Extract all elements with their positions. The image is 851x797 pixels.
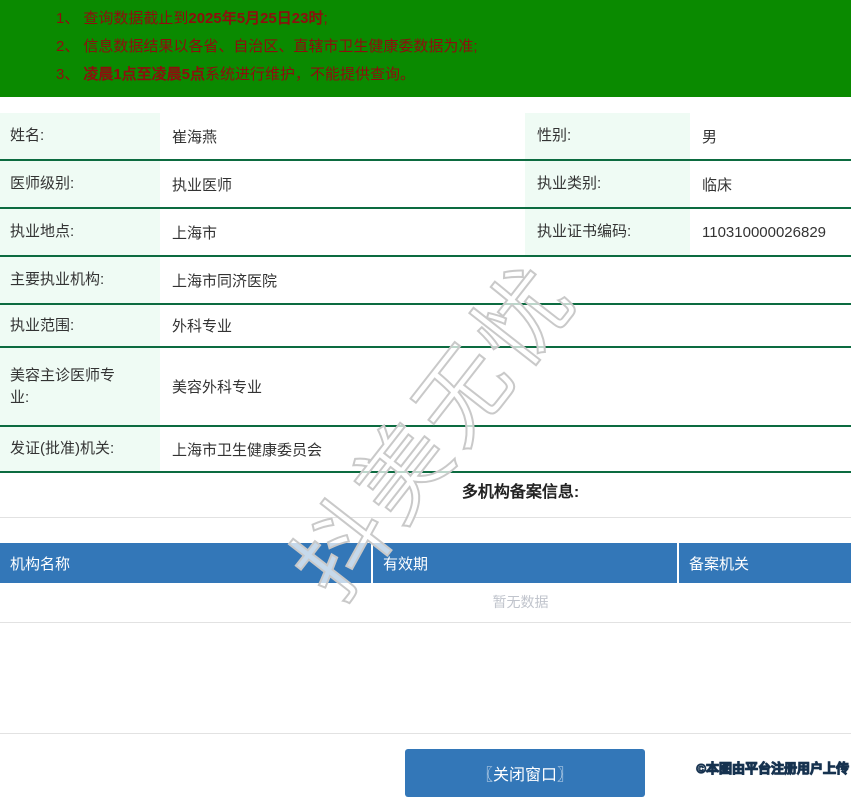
info-row-main-institution: 主要执业机构: 上海市同济医院 bbox=[0, 257, 851, 305]
notice-text: 查询数据截止到2025年5月25日23时; bbox=[83, 10, 328, 27]
notice-number: 3、 bbox=[56, 66, 80, 83]
close-window-button[interactable]: 〖关闭窗口〗 bbox=[405, 749, 645, 797]
notice-item: 3、 凌晨1点至凌晨5点系统进行维护，不能提供查询。 bbox=[0, 61, 851, 89]
info-value: 男 bbox=[702, 128, 718, 146]
notice-text: 凌晨1点至凌晨5点系统进行维护，不能提供查询。 bbox=[83, 66, 416, 83]
info-row-practice-scope: 执业范围: 外科专业 bbox=[0, 305, 851, 348]
info-value: 临床 bbox=[702, 176, 733, 194]
info-value: 执业医师 bbox=[172, 176, 233, 194]
info-label: 执业类别: bbox=[525, 161, 690, 207]
notice-number: 1、 bbox=[56, 10, 80, 27]
info-value: 崔海燕 bbox=[172, 128, 218, 146]
info-label: 姓名: bbox=[0, 113, 160, 159]
notice-item: 1、 查询数据截止到2025年5月25日23时; bbox=[0, 5, 851, 33]
info-value: 上海市卫生健康委员会 bbox=[172, 441, 323, 459]
info-row-name-gender: 姓名: 崔海燕 性别: 男 bbox=[0, 113, 851, 161]
upload-attribution-watermark: ©本图由平台注册用户上传 bbox=[696, 761, 850, 777]
info-row-issuing-authority: 发证(批准)机关: 上海市卫生健康委员会 bbox=[0, 427, 851, 473]
info-label: 美容主诊医师专业: bbox=[0, 348, 160, 425]
column-header-institution-name: 机构名称 bbox=[10, 555, 71, 573]
notice-number: 2、 bbox=[56, 38, 80, 55]
info-value: 上海市同济医院 bbox=[172, 272, 278, 290]
info-value: 上海市 bbox=[172, 224, 218, 242]
empty-data-message: 暂无数据 bbox=[492, 594, 549, 610]
info-label: 执业证书编码: bbox=[525, 209, 690, 255]
blank-area bbox=[0, 623, 851, 733]
info-row-level-category: 医师级别: 执业医师 执业类别: 临床 bbox=[0, 161, 851, 209]
info-row-cosmetic-specialty: 美容主诊医师专业: 美容外科专业 bbox=[0, 348, 851, 427]
info-row-location-certno: 执业地点: 上海市 执业证书编码: 110310000026829 bbox=[0, 209, 851, 257]
multi-org-table-header: 机构名称 有效期 备案机关 bbox=[0, 543, 851, 583]
info-label: 医师级别: bbox=[0, 161, 160, 207]
info-label: 主要执业机构: bbox=[0, 257, 160, 303]
info-value: 110310000026829 bbox=[702, 223, 827, 241]
multi-org-section-heading: 多机构备案信息: bbox=[461, 484, 580, 501]
info-label: 执业地点: bbox=[0, 209, 160, 255]
notice-item: 2、 信息数据结果以各省、自治区、直辖市卫生健康委数据为准; bbox=[0, 33, 851, 61]
info-label: 性别: bbox=[525, 113, 690, 159]
info-value: 美容外科专业 bbox=[172, 379, 263, 396]
divider bbox=[0, 733, 851, 734]
notice-banner: 1、 查询数据截止到2025年5月25日23时; 2、 信息数据结果以各省、自治… bbox=[0, 0, 851, 97]
info-value: 外科专业 bbox=[172, 318, 233, 335]
notice-text: 信息数据结果以各省、自治区、直辖市卫生健康委数据为准; bbox=[83, 38, 478, 55]
column-header-validity-period: 有效期 bbox=[371, 543, 677, 583]
info-label: 发证(批准)机关: bbox=[0, 427, 160, 471]
practitioner-query-result-page: 1、 查询数据截止到2025年5月25日23时; 2、 信息数据结果以各省、自治… bbox=[0, 0, 851, 797]
divider bbox=[0, 517, 851, 518]
practitioner-info-table: 姓名: 崔海燕 性别: 男 医师级别: 执业医师 执业类别: 临床 执业地点: … bbox=[0, 113, 851, 473]
info-label: 执业范围: bbox=[0, 305, 160, 346]
column-header-filing-authority: 备案机关 bbox=[677, 543, 851, 583]
